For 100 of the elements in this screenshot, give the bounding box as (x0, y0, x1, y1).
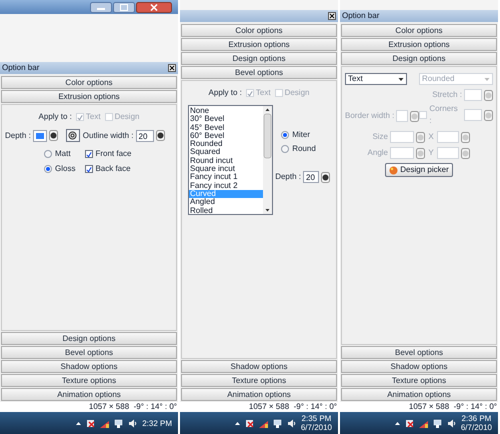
spin-icon (484, 110, 494, 120)
list-item[interactable]: 60° Bevel (189, 132, 264, 140)
spin-icon (410, 110, 420, 122)
checkbox-label: Design (114, 111, 140, 123)
list-item[interactable]: Rolled (189, 206, 264, 215)
field-label: Depth : (5, 130, 31, 142)
section-button[interactable]: Shadow options (1, 360, 177, 373)
clock-date: 6/7/2010 (460, 423, 492, 432)
list-item[interactable]: Round incut (189, 156, 264, 166)
section-button[interactable]: Animation options (341, 388, 497, 401)
clock-time: 2:32 PM (142, 418, 172, 428)
signal-icon (100, 418, 110, 428)
checkbox[interactable] (85, 150, 94, 158)
clock-date: 6/7/2010 (300, 423, 332, 432)
section-button[interactable]: Color options (341, 24, 497, 37)
field-label: Depth : (275, 171, 301, 183)
section-button[interactable]: Extrusion options (1, 90, 177, 103)
input-field[interactable]: 20 (136, 130, 154, 142)
checkbox-label: Text (86, 111, 101, 123)
field-label: Outline width : (82, 130, 134, 142)
list-item[interactable]: Squared (189, 148, 264, 157)
section-button[interactable]: Bevel options (181, 66, 337, 79)
checkbox-label: Design (284, 87, 310, 99)
list-item[interactable]: Fancy incut 2 (189, 182, 264, 190)
section-button[interactable]: Bevel options (341, 346, 497, 359)
clock-time: 2:35 PM (302, 414, 332, 423)
circle-icon (68, 131, 78, 140)
bevel-list[interactable]: None 30° Bevel 45° Bevel 60° Bevel Rounded Squared Round incut Square incut Fancy incut 1 Fancy incut 2 Curved Angled Rolled (188, 105, 274, 215)
section-button[interactable]: Color options (1, 76, 177, 89)
radio-button[interactable] (44, 150, 52, 158)
status-text: 1057 × 588 -9° : 14° : 0° (408, 402, 497, 412)
dropdown-value: Text (348, 73, 363, 85)
checkbox-label: Corners : (429, 103, 459, 127)
section-button[interactable]: Color options (181, 24, 337, 37)
speaker-icon (446, 418, 456, 428)
section-button[interactable]: Shadow options (341, 360, 497, 373)
list-item[interactable]: Rounded (189, 140, 264, 148)
section-button[interactable]: Texture options (181, 374, 337, 387)
spin-icon (416, 132, 425, 142)
signal-icon (258, 418, 268, 428)
field-label: X (427, 131, 435, 143)
section-button[interactable]: Extrusion options (181, 38, 337, 51)
radio-button[interactable] (281, 131, 290, 139)
input-field[interactable] (464, 89, 482, 101)
field-label: Size (371, 131, 388, 143)
design-picker-button[interactable]: Design picker (385, 163, 453, 177)
field-label: Apply to : (38, 111, 72, 123)
field-label: Angle (366, 147, 388, 159)
section-button[interactable]: Design options (341, 52, 497, 65)
section-button[interactable]: Texture options (1, 374, 177, 387)
section-button[interactable]: Animation options (181, 388, 337, 401)
section-button[interactable]: Texture options (341, 374, 497, 387)
field-label: Stretch : (432, 89, 462, 101)
section-button[interactable]: Animation options (1, 388, 177, 401)
section-button[interactable]: Bevel options (1, 346, 177, 359)
close-icon (136, 2, 172, 12)
section-button[interactable]: Shadow options (181, 360, 337, 373)
up-arrow-icon (234, 420, 240, 426)
panel-title: Option bar (2, 62, 40, 74)
field-label: Apply to : (208, 87, 242, 99)
check-icon (86, 166, 92, 172)
up-arrow-icon (76, 420, 82, 426)
spin-icon (48, 130, 58, 141)
field-label: Border width : (345, 110, 394, 122)
status-text: 1057 × 588 -9° : 14° : 0° (248, 402, 337, 412)
maximize-icon (113, 2, 135, 12)
input-field[interactable] (464, 109, 482, 121)
input-field[interactable] (437, 131, 459, 143)
panel-title: Option bar (342, 10, 380, 22)
minimize-icon (90, 2, 112, 12)
checkbox[interactable] (85, 165, 94, 173)
section-button[interactable]: Design options (181, 52, 337, 65)
input-field[interactable] (396, 110, 408, 122)
shape-dropdown[interactable]: Text (345, 73, 407, 85)
checkbox[interactable] (246, 89, 254, 97)
scrollbar-icon (263, 106, 272, 214)
list-item[interactable]: Angled (189, 198, 264, 207)
section-button[interactable]: Design options (1, 332, 177, 345)
speaker-icon (128, 418, 138, 428)
section-button[interactable]: Extrusion options (341, 38, 497, 51)
list-item[interactable]: 45° Bevel (189, 124, 264, 132)
list-item[interactable]: Fancy incut 1 (189, 173, 264, 182)
palette-icon (389, 166, 398, 174)
spin-icon (156, 130, 164, 141)
list-item[interactable]: None (189, 107, 264, 116)
outline-button[interactable] (66, 129, 80, 142)
checkbox[interactable] (76, 113, 84, 121)
check-icon (86, 150, 92, 158)
radio-button[interactable] (281, 145, 290, 153)
input-field[interactable] (390, 147, 414, 159)
check-icon (76, 114, 83, 120)
list-item[interactable]: 30° Bevel (189, 115, 264, 124)
radio-button[interactable] (44, 165, 52, 173)
list-item[interactable]: Square incut (189, 165, 264, 174)
input-field[interactable] (390, 131, 414, 143)
input-field[interactable]: 20 (303, 171, 319, 183)
input-field[interactable] (437, 147, 459, 159)
check-icon (246, 90, 253, 96)
depth-field[interactable] (32, 130, 47, 142)
speaker-icon (286, 418, 296, 428)
